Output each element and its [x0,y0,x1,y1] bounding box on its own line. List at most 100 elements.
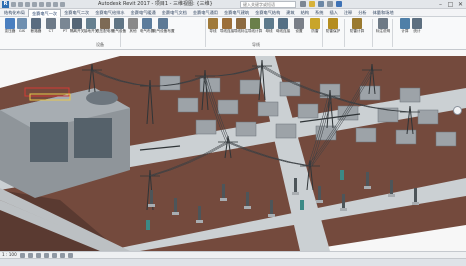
viewcube-icon[interactable] [453,106,462,115]
equipment-base [268,214,275,217]
insulator-column [174,198,177,212]
ribbon-tabs: 结构化布局 金赛电气一次 金赛电气二次 金赛电气给排水 金赛电气暖通 金赛电气文档 金赛电气… [0,8,466,17]
ribbon-tab[interactable]: 金赛电气一次 [27,8,62,17]
3d-view-icon[interactable] [60,2,65,7]
redo-icon[interactable] [32,2,37,7]
panel-label-equipment: 设备 [96,42,104,47]
switchgear-cabinet [257,101,279,117]
temporary-hide-icon[interactable] [67,252,73,258]
save-icon[interactable] [18,2,23,7]
text-icon[interactable] [53,2,58,7]
lightning-calc-icon [352,18,362,29]
insulator-column [150,190,153,204]
switchgear-cabinet [195,119,217,135]
insulator-column [342,194,345,208]
switchgear-cabinet [159,75,181,91]
ribbon-tool-button[interactable]: 防雷 [308,18,322,40]
ribbon-tab[interactable]: 结构化布局 [1,9,28,17]
cart-icon[interactable] [327,1,333,7]
ribbon-tool-label: 防雷 [311,29,319,33]
pt-icon [60,18,70,29]
ribbon-tab[interactable]: 建筑 [283,9,297,17]
open-icon[interactable] [11,2,16,7]
ribbon-tool-label: 防雷保护 [325,29,341,33]
ribbon-tab[interactable]: 金赛电气给排水 [92,9,127,17]
sun-path-icon[interactable] [35,252,41,258]
equipment-base [316,200,323,203]
shadows-icon[interactable] [43,252,49,258]
ribbon-tab[interactable]: 金赛电气二次 [61,9,92,17]
print-icon[interactable] [39,2,44,7]
detail-level-icon[interactable] [19,252,25,258]
wire-calc-icon [250,18,260,29]
ribbon-tab[interactable]: 金赛电气通用 [190,9,221,17]
cabinet-icon [100,18,110,29]
ribbon-tool-button[interactable]: 电气设备布置 [153,18,175,40]
insulator-column [414,188,417,202]
annotation-icon [378,18,388,29]
hide-icon[interactable] [59,252,65,258]
close-button[interactable]: ✕ [457,1,464,8]
undo-icon[interactable] [25,2,30,7]
insulator-column [198,206,201,220]
main-transformer [74,118,112,158]
ribbon-tab[interactable]: 金赛电气结构 [252,9,283,17]
ribbon-tool-button[interactable]: 防雷计算 [350,18,364,40]
ribbon-tool-button[interactable]: 母线连接 [276,18,290,40]
ribbon-tab[interactable]: 注释 [341,9,355,17]
revit-logo-icon[interactable]: R [2,1,9,8]
switchgear-cabinet [355,127,377,143]
equipment-base [148,204,155,207]
equipment-base [292,192,299,195]
ribbon-tool-label: 统计 [413,29,421,33]
substation-3d-model[interactable] [0,50,466,251]
equipment-base [196,220,203,223]
user-icon[interactable] [318,1,324,7]
breaker-icon [31,18,41,29]
equipment-marker [146,220,150,230]
title-right-tools [300,1,342,7]
ribbon-tool-button[interactable]: 统计 [410,18,424,40]
window-title: Autodesk Revit 2017 - 项目1 - 三维视图: {三维} [98,1,213,7]
ribbon-tool-button[interactable]: 电气布置 [140,18,154,40]
ribbon-tab[interactable]: 系统 [312,9,326,17]
measure-icon[interactable] [46,2,51,7]
ribbon-tab[interactable]: 金赛电气建筑 [221,9,252,17]
crop-view-icon[interactable] [51,252,57,258]
3d-viewport[interactable] [0,50,466,251]
ribbon-tab[interactable]: 分析 [355,9,369,17]
help-icon[interactable] [336,1,342,7]
equipment-base [172,212,179,215]
equipment-marker [340,170,344,180]
ribbon-tab[interactable]: 金赛电气文档 [159,9,190,17]
star-icon[interactable] [309,1,315,7]
ribbon-tool-label: 标注说明 [375,29,391,33]
wire-tag-icon [236,18,246,29]
ribbon-tab[interactable]: 体量和场地 [370,9,397,17]
ribbon-tab[interactable]: 插入 [326,9,340,17]
search-input[interactable]: 键入关键字或短语 [240,1,296,8]
insulator-column [390,180,393,194]
switch-icon [72,18,82,29]
ribbon-tab[interactable]: 金赛电气暖通 [128,9,159,17]
equipment-base [340,208,347,211]
revit-window: R Autodesk Revit 2017 - 项目1 - 三维视图: {三维}… [0,0,466,266]
ribbon-tab[interactable]: 结构 [298,9,312,17]
switchgear-cabinet [399,87,421,103]
equipment-base [220,198,227,201]
maximize-button[interactable]: □ [447,1,454,8]
ribbon-tool-button[interactable]: 设置 [292,18,306,40]
binoculars-icon[interactable] [300,1,306,7]
switchgear-cabinet [417,109,439,125]
visual-style-icon[interactable] [27,252,33,258]
transformer-icon [5,18,15,29]
ribbon-tool-label: 防雷计算 [349,29,365,33]
transformer-tank [86,91,118,105]
ribbon-tool-button[interactable]: 防雷保护 [326,18,340,40]
layout-icon [142,18,152,29]
minimize-button[interactable]: – [437,1,444,8]
status-bar [0,258,466,266]
equipment-base [364,186,371,189]
wire-icon [208,18,218,29]
ribbon-tool-button[interactable]: 标注说明 [376,18,390,40]
